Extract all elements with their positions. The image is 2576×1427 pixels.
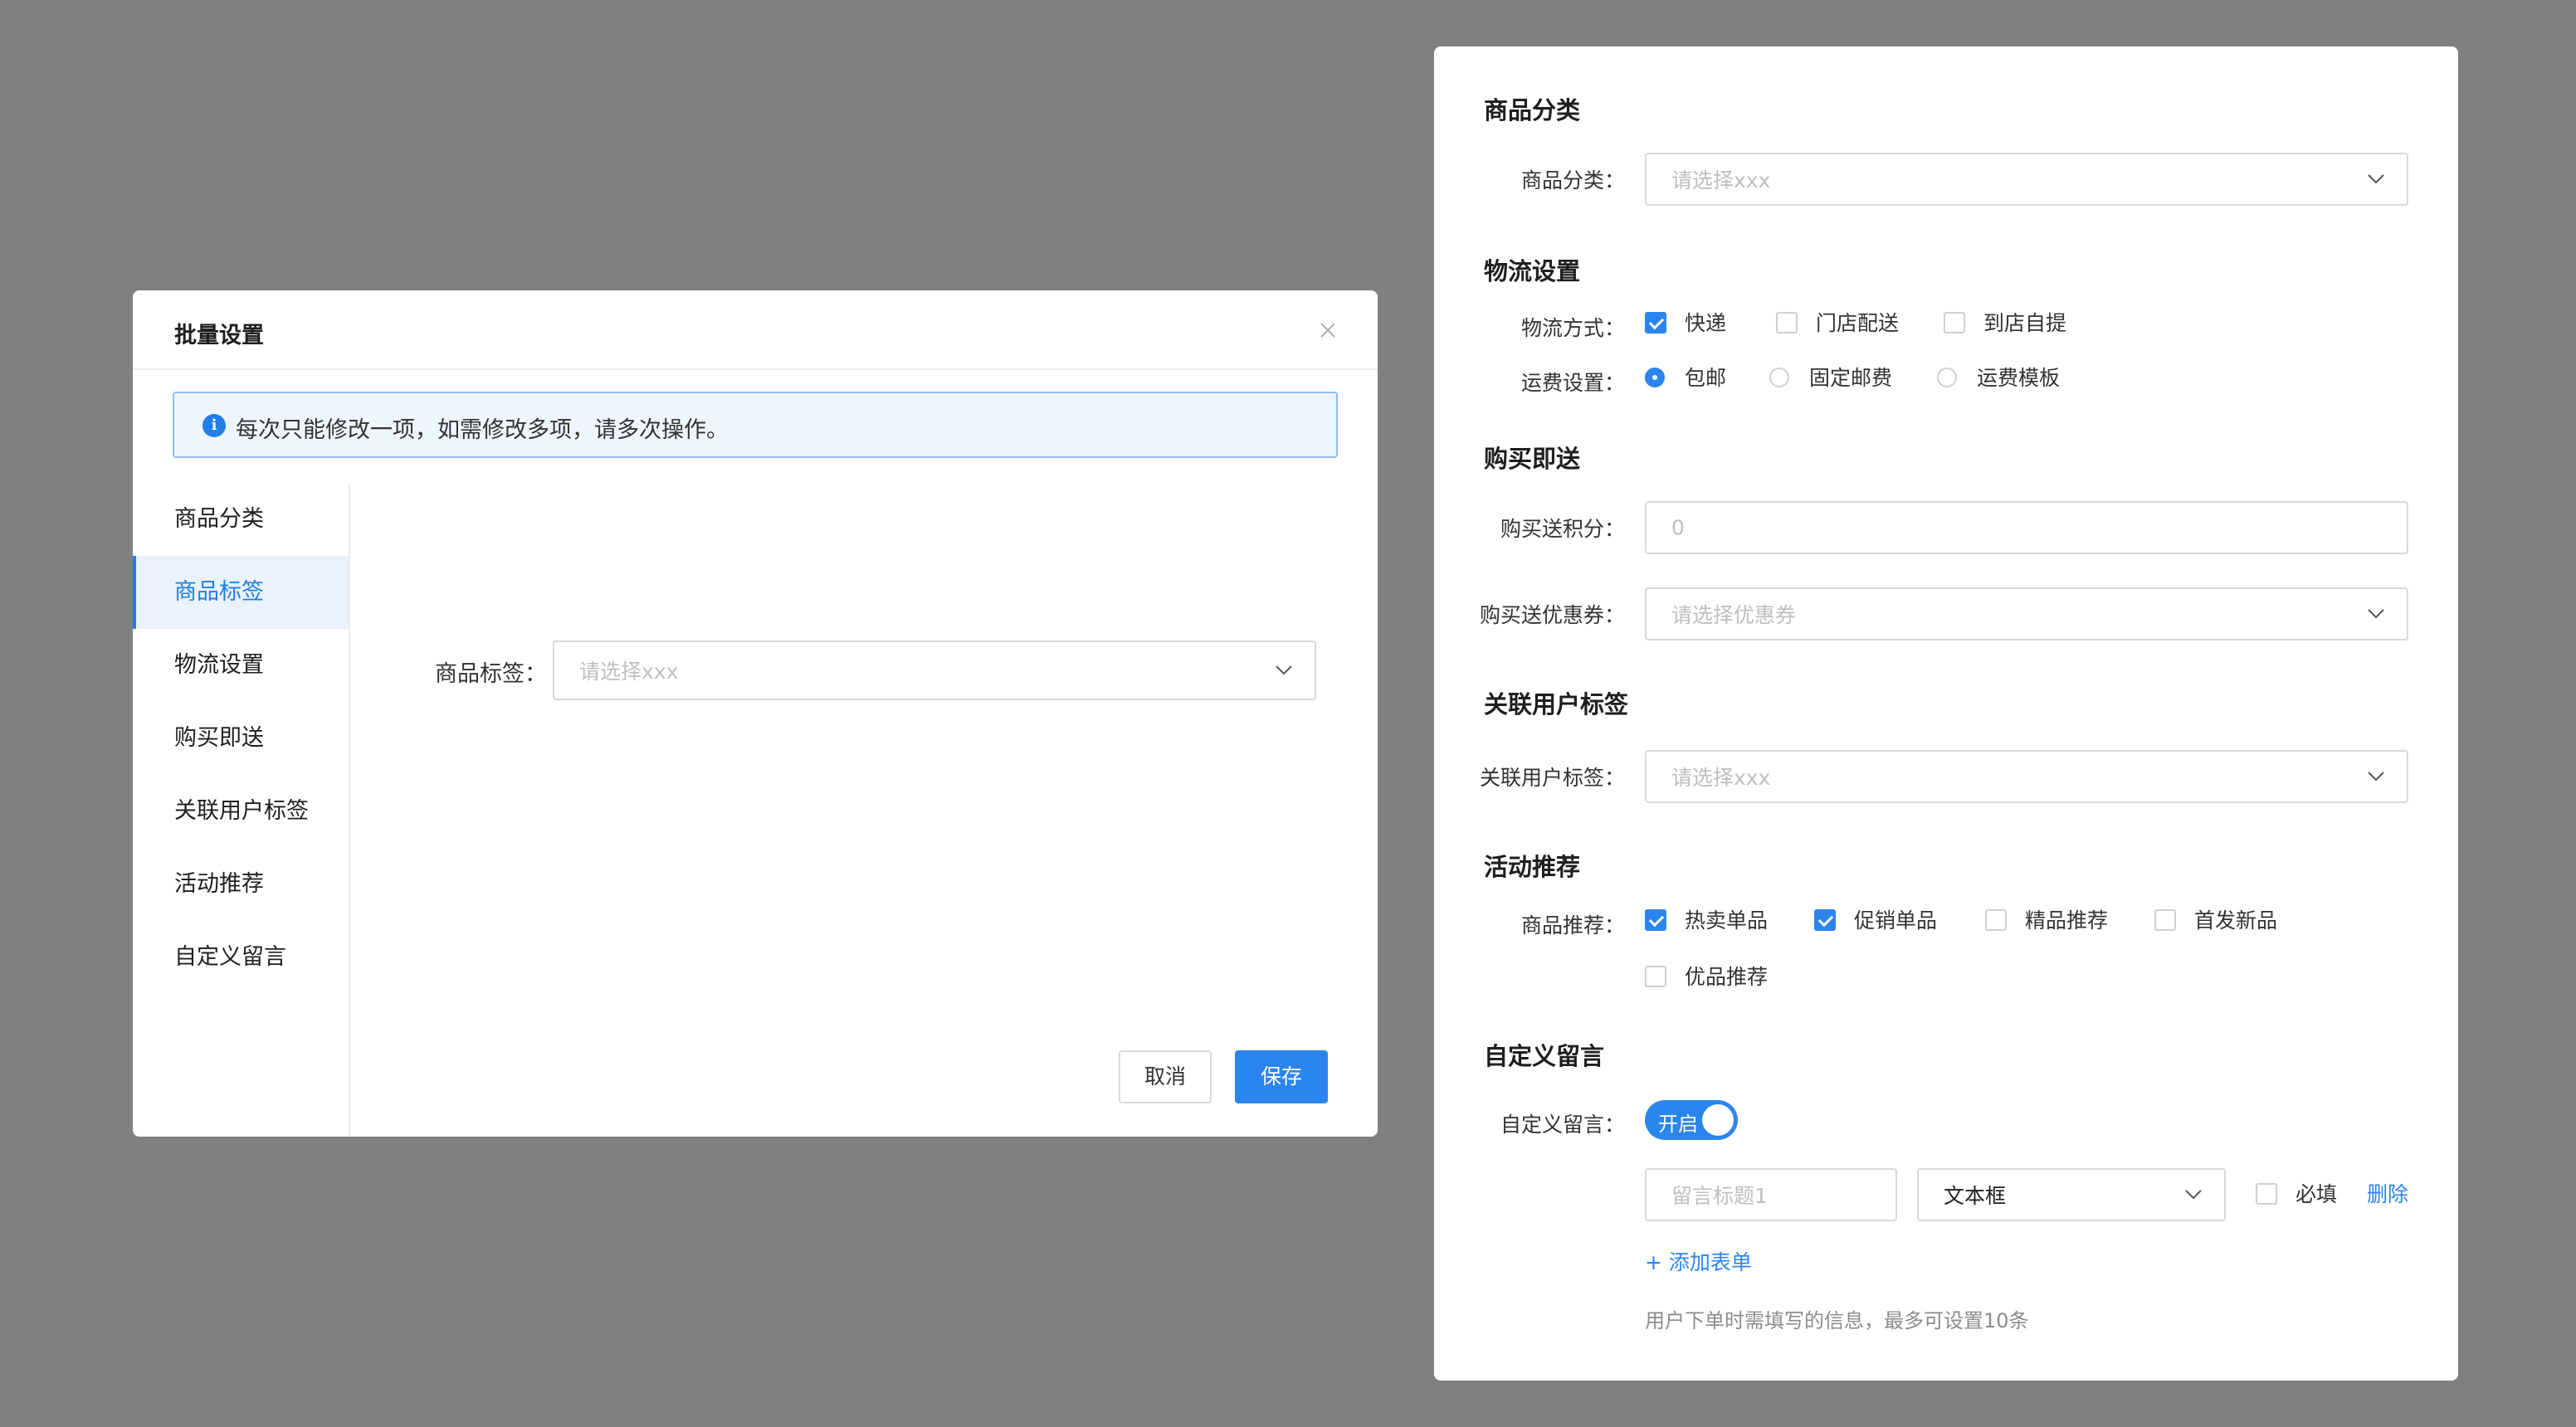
save-button[interactable]: 保存 [1235, 1050, 1328, 1103]
chevron-down-icon [2368, 609, 2384, 619]
checkbox-label: 热卖单品 [1685, 908, 1769, 933]
checkbox-promotion[interactable]: 促销单品 [1814, 908, 1937, 934]
message-title-placeholder: 留言标题1 [1671, 1184, 1768, 1208]
nav-item-message[interactable]: 自定义留言 [133, 921, 349, 994]
checkbox-label: 门店配送 [1816, 311, 1900, 335]
section-title-gift: 购买即送 [1484, 445, 1581, 473]
user-tag-select[interactable]: 请选择xxx [1645, 750, 2408, 803]
radio-fee-template[interactable]: 运费模板 [1937, 365, 2060, 392]
message-type-select[interactable]: 文本框 [1917, 1168, 2226, 1221]
gift-points-label: 购买送积分： [1500, 517, 1625, 541]
alert-text: 每次只能修改一项，如需修改多项，请多次操作。 [236, 417, 729, 443]
gift-coupon-select[interactable]: 请选择优惠券 [1645, 587, 2408, 640]
promo-label: 商品推荐： [1520, 913, 1625, 938]
section-title-promo: 活动推荐 [1484, 853, 1581, 881]
section-title-logistics: 物流设置 [1484, 257, 1581, 285]
toggle-label: 开启 [1658, 1113, 1698, 1136]
checkbox-icon [1776, 312, 1798, 334]
checkbox-quality-pick[interactable]: 优品推荐 [1645, 964, 1768, 991]
nav-item-logistics[interactable]: 物流设置 [133, 629, 349, 702]
checkbox-icon [2256, 1183, 2277, 1205]
radio-label: 包邮 [1685, 366, 1727, 390]
nav-item-category[interactable]: 商品分类 [133, 483, 349, 556]
radio-label: 运费模板 [1977, 366, 2061, 390]
logistics-fee-label: 运费设置： [1520, 371, 1625, 395]
delete-link[interactable]: 删除 [2367, 1181, 2408, 1208]
checkbox-pickup[interactable]: 到店自提 [1944, 310, 2066, 337]
checkbox-label: 必填 [2295, 1182, 2338, 1206]
checkbox-label: 优品推荐 [1685, 965, 1769, 989]
radio-fixed-fee[interactable]: 固定邮费 [1769, 365, 1892, 392]
chevron-down-icon [2185, 1190, 2202, 1200]
chevron-down-icon [1276, 665, 1292, 675]
batch-settings-modal: 批量设置 i 每次只能修改一项，如需修改多项，请多次操作。 商品分类 商品标签 … [133, 290, 1378, 1137]
message-hint: 用户下单时需填写的信息，最多可设置10条 [1645, 1309, 2029, 1332]
checkbox-icon [1814, 909, 1836, 931]
gift-coupon-label: 购买送优惠券： [1479, 603, 1625, 627]
message-type-value: 文本框 [1944, 1184, 2007, 1208]
checkbox-new-arrival[interactable]: 首发新品 [2154, 908, 2277, 934]
close-icon[interactable] [1318, 320, 1338, 340]
checkbox-icon [1645, 312, 1666, 334]
info-icon: i [202, 414, 226, 437]
checkbox-express[interactable]: 快递 [1645, 310, 1726, 337]
radio-free-shipping[interactable]: 包邮 [1645, 365, 1726, 392]
user-tag-label: 关联用户标签： [1479, 766, 1625, 790]
checkbox-hot-sale[interactable]: 热卖单品 [1645, 908, 1768, 934]
checkbox-label: 首发新品 [2194, 908, 2278, 933]
section-title-message: 自定义留言 [1484, 1042, 1605, 1070]
gift-coupon-placeholder: 请选择优惠券 [1671, 603, 1797, 627]
gift-points-input[interactable]: 0 [1645, 501, 2408, 554]
chevron-down-icon [2368, 772, 2384, 782]
radio-icon [1937, 368, 1957, 387]
checkbox-required[interactable]: 必填 [2256, 1181, 2337, 1208]
tag-select[interactable]: 请选择xxx [553, 640, 1316, 700]
nav-item-promo[interactable]: 活动推荐 [133, 848, 349, 921]
modal-title: 批量设置 [174, 323, 264, 348]
checkbox-label: 到店自提 [1983, 311, 2067, 335]
radio-icon [1769, 368, 1789, 387]
tag-field-label: 商品标签： [435, 661, 547, 687]
add-form-link[interactable]: + 添加表单 [1645, 1249, 1752, 1276]
checkbox-icon [1645, 966, 1666, 987]
category-label: 商品分类： [1520, 168, 1625, 192]
chevron-down-icon [2368, 174, 2384, 184]
section-title-category: 商品分类 [1484, 96, 1581, 124]
nav-item-gift[interactable]: 购买即送 [133, 702, 349, 775]
gift-points-placeholder: 0 [1671, 515, 1685, 540]
checkbox-icon [2154, 909, 2176, 931]
checkbox-label: 促销单品 [1854, 908, 1938, 933]
settings-panel: 商品分类 商品分类： 请选择xxx 物流设置 物流方式： 快递 门店配送 到店自… [1434, 46, 2458, 1381]
checkbox-label: 精品推荐 [2025, 908, 2109, 933]
checkbox-icon [1944, 312, 1965, 334]
modal-header: 批量设置 [133, 290, 1378, 370]
nav-item-user-tag[interactable]: 关联用户标签 [133, 775, 349, 848]
checkbox-store-delivery[interactable]: 门店配送 [1776, 310, 1899, 337]
category-select[interactable]: 请选择xxx [1645, 153, 2408, 206]
logistics-method-label: 物流方式： [1520, 316, 1625, 340]
nav-item-tag[interactable]: 商品标签 [133, 556, 349, 629]
toggle-knob [1702, 1104, 1734, 1136]
checkbox-featured[interactable]: 精品推荐 [1985, 908, 2108, 934]
checkbox-icon [1985, 909, 2007, 931]
message-toggle[interactable]: 开启 [1645, 1100, 1738, 1140]
cancel-button[interactable]: 取消 [1119, 1050, 1212, 1103]
checkbox-icon [1645, 909, 1666, 931]
radio-label: 固定邮费 [1809, 366, 1893, 390]
category-select-placeholder: 请选择xxx [1671, 168, 1771, 192]
user-tag-placeholder: 请选择xxx [1671, 766, 1771, 790]
message-label: 自定义留言： [1500, 1113, 1625, 1137]
radio-icon [1645, 368, 1665, 387]
message-title-input[interactable]: 留言标题1 [1645, 1168, 1897, 1221]
section-title-user-tag: 关联用户标签 [1484, 690, 1629, 718]
info-alert: i 每次只能修改一项，如需修改多项，请多次操作。 [173, 392, 1338, 458]
side-nav: 商品分类 商品标签 物流设置 购买即送 关联用户标签 活动推荐 自定义留言 [133, 483, 350, 1137]
checkbox-label: 快递 [1685, 311, 1727, 335]
tag-select-placeholder: 请选择xxx [579, 660, 679, 684]
